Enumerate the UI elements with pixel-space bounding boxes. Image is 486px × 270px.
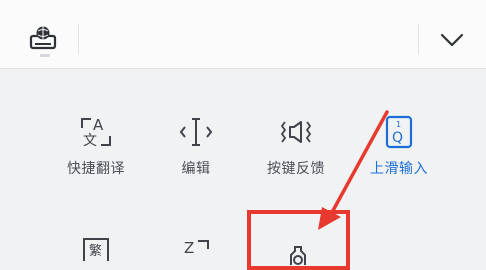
svg-text:A: A (93, 116, 104, 134)
quick-translate-item[interactable]: A 文 快捷翻译 (48, 114, 144, 178)
svg-text:文: 文 (83, 133, 97, 149)
item-label: 编辑 (181, 161, 211, 177)
svg-text:Z: Z (184, 239, 194, 257)
swipe-up-key-icon: 1 Q (385, 115, 413, 149)
input-method-toolbar (0, 0, 486, 69)
divider (418, 24, 419, 54)
key-feedback-item[interactable]: 按键反馈 (248, 114, 344, 178)
zoom-item[interactable]: Z (148, 233, 244, 263)
annotation-highlight-box (247, 210, 350, 270)
swipe-up-input-item[interactable]: 1 Q 上滑输入 (351, 114, 447, 178)
item-label: 快捷翻译 (67, 161, 125, 177)
traditional-chinese-icon: 繁 (83, 238, 109, 261)
translate-icon: A 文 (81, 116, 111, 149)
speaker-vibrate-icon (280, 121, 312, 143)
chevron-down-icon (440, 33, 464, 47)
globe-keyboard-icon (29, 26, 57, 50)
svg-text:繁: 繁 (89, 243, 102, 259)
text-cursor-icon (179, 118, 213, 146)
keyboard-settings-button[interactable] (26, 22, 60, 57)
active-indicator (40, 54, 50, 57)
zoom-icon: Z (184, 239, 209, 257)
item-label: 按键反馈 (267, 161, 325, 177)
traditional-chinese-item[interactable]: 繁 (48, 233, 144, 263)
divider (78, 24, 79, 54)
edit-item[interactable]: 编辑 (148, 114, 244, 178)
toolbox-panel: A 文 快捷翻译 编辑 按键反馈 1 Q 上滑输入 繁 Z (0, 69, 486, 265)
svg-text:Q: Q (392, 130, 403, 146)
svg-text:1: 1 (396, 120, 401, 129)
collapse-keyboard-button[interactable] (437, 26, 467, 54)
item-label: 上滑输入 (370, 161, 428, 177)
